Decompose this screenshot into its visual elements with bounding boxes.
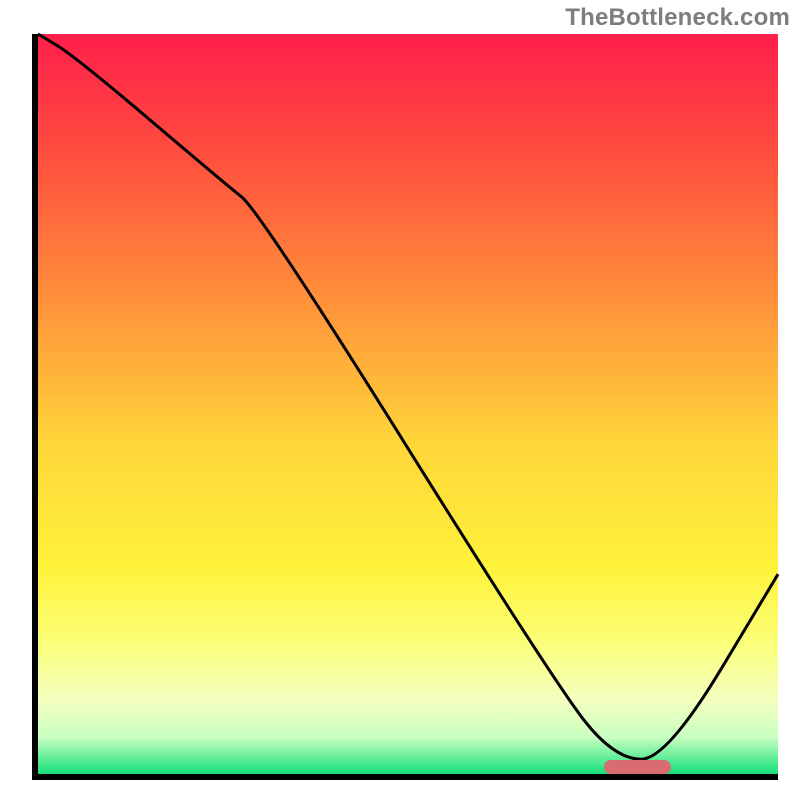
optimal-range-marker — [604, 760, 671, 774]
plot-area — [32, 34, 778, 780]
chart-canvas: TheBottleneck.com — [0, 0, 800, 800]
watermark-label: TheBottleneck.com — [565, 4, 790, 32]
curve-svg — [38, 34, 778, 774]
bottleneck-curve — [38, 34, 778, 759]
